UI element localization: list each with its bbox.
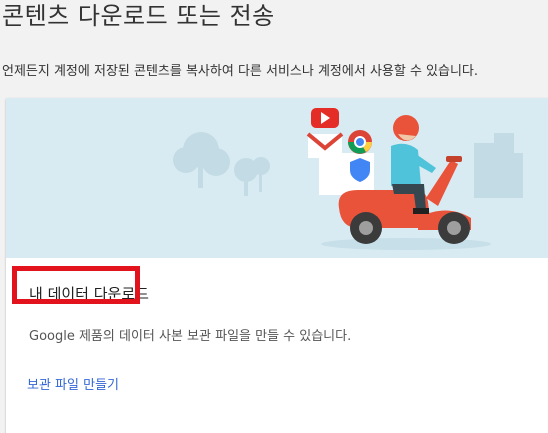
youtube-icon [311, 108, 339, 128]
page-description: 언제든지 계정에 저장된 콘텐츠를 복사하여 다른 서비스나 계정에서 사용할 … [2, 64, 479, 79]
tree-icon [173, 132, 270, 196]
card-illustration [6, 98, 548, 258]
create-archive-link[interactable]: 보관 파일 만들기 [27, 374, 119, 393]
building-icon [474, 133, 523, 198]
gmail-icon [306, 132, 344, 158]
page-title: 콘텐츠 다운로드 또는 전송 [2, 2, 275, 30]
highlight-annotation-box [12, 266, 140, 304]
scooter-illustration [173, 108, 523, 250]
page: 콘텐츠 다운로드 또는 전송 언제든지 계정에 저장된 콘텐츠를 복사하여 다른… [0, 0, 548, 433]
card-description: Google 제품의 데이터 사본 보관 파일을 만들 수 있습니다. [29, 329, 352, 344]
chrome-icon [348, 130, 372, 154]
